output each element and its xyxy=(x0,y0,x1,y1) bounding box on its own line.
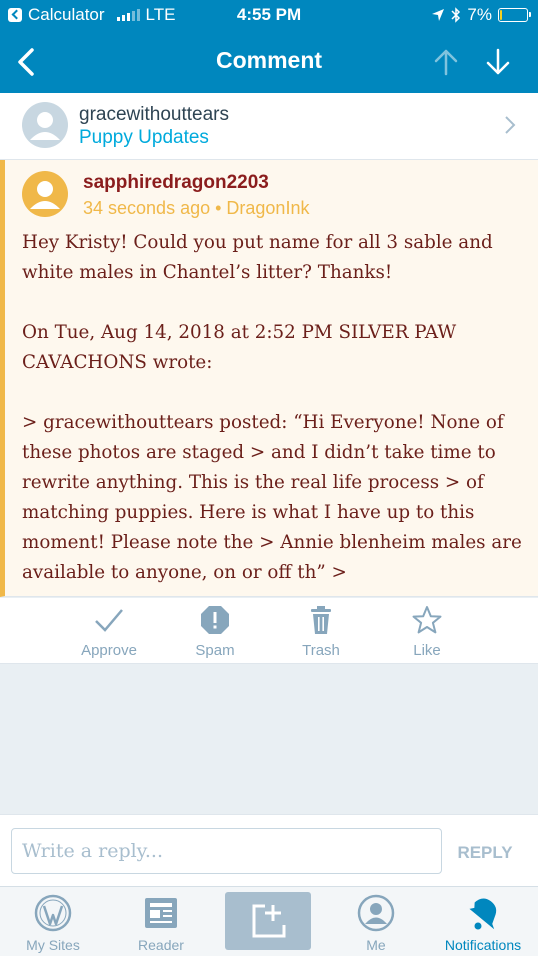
tab-bar: My Sites Reader Me Notifications xyxy=(0,886,538,956)
spam-icon xyxy=(201,606,229,634)
status-bar: Calculator LTE 4:55 PM 7% xyxy=(0,0,538,30)
comment-meta: 34 seconds ago • DragonInk xyxy=(83,198,310,218)
comment-paragraph: > gracewithouttears posted: “Hi Everyone… xyxy=(22,412,522,583)
post-site[interactable]: Puppy Updates xyxy=(79,127,209,149)
like-label: Like xyxy=(413,642,441,659)
trash-button[interactable]: Trash xyxy=(271,604,371,659)
comment-author[interactable]: sapphiredragon2203 xyxy=(83,172,269,194)
comment-card: sapphiredragon2203 34 seconds ago • Drag… xyxy=(0,160,538,597)
spam-button[interactable]: Spam xyxy=(165,604,265,659)
reply-input[interactable] xyxy=(11,828,442,874)
comment-body: Hey Kristy! Could you put name for all 3… xyxy=(22,228,522,618)
like-button[interactable]: Like xyxy=(377,604,477,659)
wordpress-icon xyxy=(34,894,72,932)
avatar-placeholder-icon xyxy=(22,102,68,148)
tab-reader-label: Reader xyxy=(138,937,184,953)
down-arrow-icon[interactable] xyxy=(482,46,514,78)
tab-me[interactable]: Me xyxy=(326,893,426,953)
new-post-button[interactable] xyxy=(225,892,311,950)
star-icon xyxy=(412,606,442,634)
checkmark-icon xyxy=(95,609,123,632)
trash-icon xyxy=(311,606,331,634)
tab-my-sites[interactable]: My Sites xyxy=(3,893,103,953)
approve-label: Approve xyxy=(81,642,137,659)
top-bar: Calculator LTE 4:55 PM 7% Comment xyxy=(0,0,538,93)
post-header[interactable]: gracewithouttears Puppy Updates xyxy=(0,93,538,160)
spam-label: Spam xyxy=(195,642,235,659)
reply-button[interactable]: REPLY xyxy=(448,843,522,863)
tab-me-label: Me xyxy=(366,937,386,953)
trash-label: Trash xyxy=(302,642,340,659)
comment-actions: Approve Spam Trash Like xyxy=(0,598,538,664)
tab-notifications-label: Notifications xyxy=(444,937,522,953)
post-author: gracewithouttears xyxy=(79,104,229,125)
battery-percent: 7% xyxy=(467,5,492,24)
comment-paragraph: Hey Kristy! Could you put name for all 3… xyxy=(22,232,493,283)
navigation-bar: Comment xyxy=(0,30,538,93)
chevron-right-icon xyxy=(505,116,516,134)
tab-reader[interactable]: Reader xyxy=(111,893,211,953)
new-post-icon xyxy=(252,904,286,938)
me-icon xyxy=(357,894,395,932)
reply-bar: REPLY xyxy=(0,814,538,886)
up-arrow-icon[interactable] xyxy=(430,46,462,78)
bluetooth-icon xyxy=(451,7,461,23)
reader-icon xyxy=(145,898,177,928)
tab-my-sites-label: My Sites xyxy=(26,937,80,953)
battery-icon xyxy=(498,8,531,22)
notifications-bell-icon xyxy=(469,898,497,930)
commenter-avatar[interactable] xyxy=(22,171,68,217)
comment-paragraph: On Tue, Aug 14, 2018 at 2:52 PM SILVER P… xyxy=(22,322,457,373)
approve-button[interactable]: Approve xyxy=(59,604,159,659)
tab-notifications[interactable]: Notifications xyxy=(433,893,533,953)
location-arrow-icon xyxy=(432,9,445,21)
